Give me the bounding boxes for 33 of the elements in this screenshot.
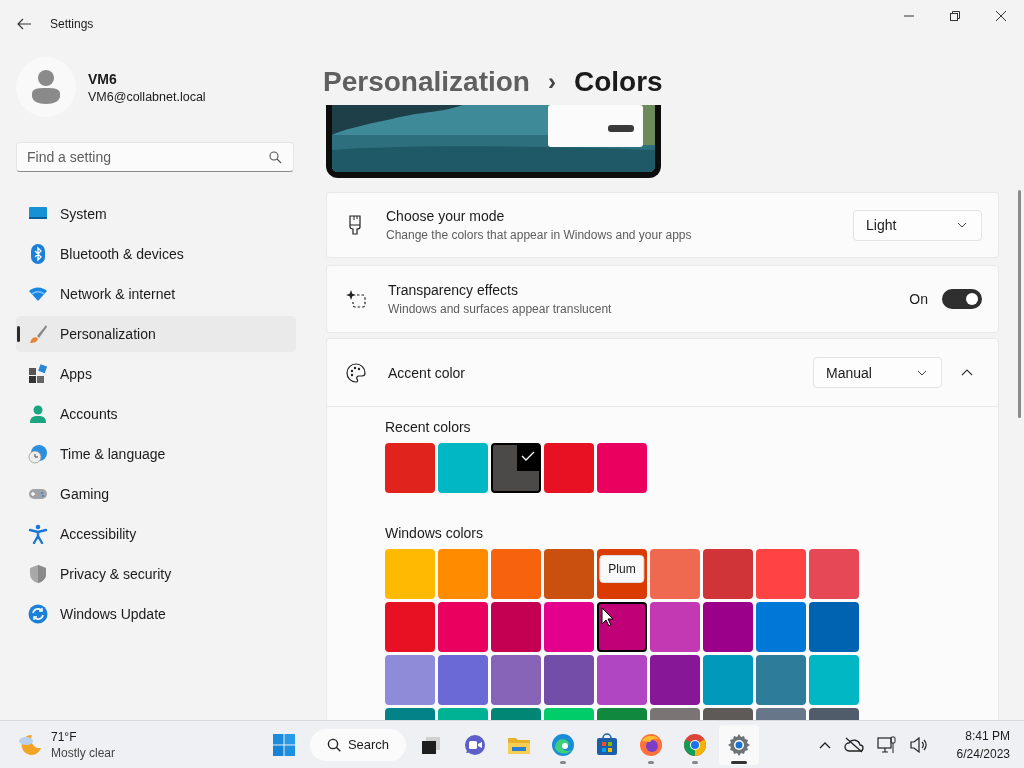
nav-item[interactable]: Network & internet <box>16 276 296 312</box>
nav-item[interactable]: Privacy & security <box>16 556 296 592</box>
search-button[interactable]: Search <box>310 728 406 761</box>
toggle-state: On <box>909 291 928 307</box>
nav-item[interactable]: Time & language <box>16 436 296 472</box>
breadcrumb-link[interactable]: Personalization <box>323 65 530 98</box>
nav-item[interactable]: Apps <box>16 356 296 392</box>
date-time[interactable]: 8:41 PM 6/24/2023 <box>956 728 1010 761</box>
weather-condition: Mostly clear <box>51 745 115 760</box>
setting-description: Change the colors that appear in Windows and your apps <box>386 228 692 242</box>
page-title: Colors <box>573 65 663 98</box>
section-label: Windows colors <box>385 525 485 541</box>
setting-title: Accent color <box>388 364 466 381</box>
temperature: 71°F <box>51 729 78 744</box>
nav-item[interactable]: Gaming <box>16 476 296 512</box>
section-label: Recent colors <box>385 419 472 435</box>
nav-item[interactable]: Accessibility <box>16 516 296 552</box>
tooltip: Plum <box>599 555 645 583</box>
nav-item[interactable]: Accounts <box>16 396 296 432</box>
user-email: VM6@collabnet.local <box>88 89 206 104</box>
breadcrumb-separator: › <box>547 67 556 96</box>
nav-item[interactable]: Windows Update <box>16 596 296 632</box>
setting-title: Choose your mode <box>386 208 506 224</box>
nav-item[interactable]: Bluetooth & devices <box>16 236 296 272</box>
window-title: Settings <box>50 17 94 31</box>
user-name: VM6 <box>88 70 118 87</box>
accent-dropdown[interactable]: Manual <box>813 357 942 388</box>
nav-item[interactable]: System <box>16 196 296 232</box>
setting-title: Transparency effects <box>388 282 519 298</box>
setting-description: Windows and surfaces appear translucent <box>388 302 612 316</box>
nav-item[interactable]: Personalization <box>16 316 296 352</box>
search-field[interactable]: Find a setting <box>16 142 294 172</box>
mode-dropdown[interactable]: Light <box>853 209 982 241</box>
